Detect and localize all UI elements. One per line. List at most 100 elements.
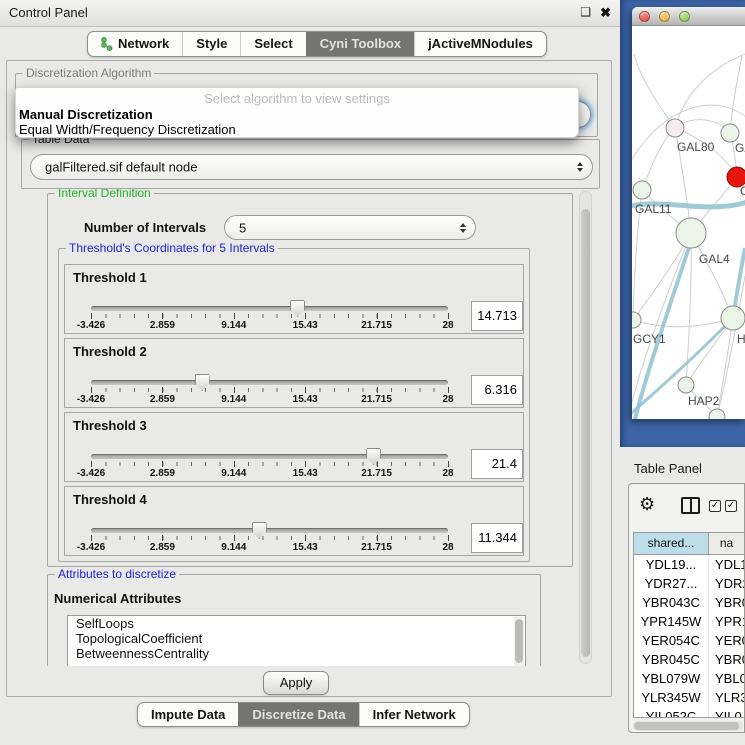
network-node-H-partial[interactable] [721, 306, 745, 330]
settings-vertical-scrollbar[interactable] [579, 191, 592, 664]
network-edge[interactable] [634, 54, 675, 128]
cell-name[interactable]: YPR1 [709, 612, 744, 631]
cell-shared-name[interactable]: YDL19... [634, 555, 709, 574]
network-edge[interactable] [675, 54, 745, 128]
popup-item-manual-discretization[interactable]: Manual Discretization [19, 107, 153, 122]
network-node-GCY1[interactable] [632, 312, 641, 328]
attributes-group: Attributes to discretize Numerical Attri… [47, 574, 541, 666]
slider-track[interactable] [91, 528, 448, 533]
slider-track[interactable] [91, 306, 448, 311]
slider-track[interactable] [91, 380, 448, 385]
close-icon[interactable]: ✖ [600, 5, 611, 21]
slider-track[interactable] [91, 454, 448, 459]
checked-checkbox-icon[interactable]: ✓ [709, 500, 721, 512]
tick-label: -3.426 [77, 394, 105, 405]
attribute-list-item[interactable]: SelfLoops [68, 616, 525, 631]
popup-item-equal-width-frequency[interactable]: Equal Width/Frequency Discretization [19, 122, 236, 137]
column-header-shared-name[interactable]: shared... [634, 533, 709, 554]
cell-name[interactable]: YLR3 [709, 688, 744, 707]
cell-name[interactable]: YER0 [709, 631, 744, 650]
cell-name[interactable]: YBL0 [709, 669, 744, 688]
network-node-GAL4[interactable] [676, 218, 706, 248]
tab-infer-network[interactable]: Infer Network [359, 703, 469, 726]
threshold-panel: Threshold 2 -3.4262.8599.14415.4321.7152… [64, 338, 524, 408]
stepper-arrows-icon [577, 162, 583, 172]
network-window-titlebar[interactable] [632, 7, 745, 26]
cell-shared-name[interactable]: YBL079W [634, 669, 709, 688]
slider-major-ticks [91, 461, 448, 467]
table-row[interactable]: YPR145WYPR1 [634, 612, 744, 631]
gear-icon[interactable]: ⚙ [639, 494, 655, 515]
threshold-value-field[interactable]: 21.4 [471, 449, 523, 479]
cell-shared-name[interactable]: YBR043C [634, 593, 709, 612]
tab-style-label: Style [196, 32, 227, 56]
cell-shared-name[interactable]: YDR27... [634, 574, 709, 593]
table-row[interactable]: YIL052CYIL0 [634, 707, 744, 718]
checked-checkbox-icon[interactable]: ✓ [725, 500, 737, 512]
tab-network[interactable]: Network [88, 32, 182, 56]
threshold-label: Threshold 3 [73, 418, 147, 433]
table-horizontal-scrollbar[interactable] [633, 721, 743, 731]
attributes-list-scrollbar[interactable] [514, 617, 524, 666]
number-of-intervals-value: 5 [239, 220, 246, 235]
apply-button[interactable]: Apply [263, 671, 329, 695]
cell-name[interactable]: YBR0 [709, 593, 744, 612]
table-row[interactable]: YBL079WYBL0 [634, 669, 744, 688]
tab-discretize-data-label: Discretize Data [252, 703, 345, 726]
table-row[interactable]: YER054CYER0 [634, 631, 744, 650]
cell-shared-name[interactable]: YLR345W [634, 688, 709, 707]
tab-cyni-toolbox[interactable]: Cyni Toolbox [306, 32, 414, 56]
tab-network-label: Network [118, 32, 169, 56]
network-canvas[interactable]: GAL80GACGAL11GAL4GCY1HHAP2 [632, 26, 745, 419]
float-window-icon[interactable]: ❑ [580, 5, 591, 19]
tick-label: -3.426 [77, 320, 105, 331]
close-traffic-light-icon[interactable] [639, 11, 650, 22]
table-data-combobox[interactable]: galFiltered.sif default node [30, 154, 593, 180]
table-panel-box: ⚙ ✓ ✓ shared... na YDL19...YDL1YDR27...Y… [628, 483, 745, 733]
cell-shared-name[interactable]: YPR145W [634, 612, 709, 631]
tab-infer-network-label: Infer Network [373, 703, 456, 726]
stepper-arrows-icon [460, 223, 466, 233]
network-node-GAL11[interactable] [633, 181, 651, 199]
table-row[interactable]: YBR043CYBR0 [634, 593, 744, 612]
cell-shared-name[interactable]: YBR045C [634, 650, 709, 669]
network-edge[interactable] [730, 56, 742, 133]
tab-select[interactable]: Select [240, 32, 305, 56]
network-node-HAP2[interactable] [678, 377, 694, 393]
cell-shared-name[interactable]: YIL052C [634, 707, 709, 718]
cell-shared-name[interactable]: YER054C [634, 631, 709, 650]
network-edge[interactable] [633, 233, 691, 320]
numerical-attributes-list[interactable]: SelfLoopsTopologicalCoefficientBetweenne… [67, 615, 526, 666]
minimize-traffic-light-icon[interactable] [659, 11, 670, 22]
attribute-list-item[interactable]: TopologicalCoefficient [68, 631, 525, 646]
settings-scroll-viewport: Interval Definition Number of Intervals … [9, 189, 587, 666]
tick-label: -3.426 [77, 542, 105, 553]
attribute-list-item[interactable]: BetweennessCentrality [68, 646, 525, 661]
column-header-name[interactable]: na [709, 533, 744, 554]
cell-name[interactable]: YIL0 [709, 707, 744, 718]
tab-impute-data[interactable]: Impute Data [138, 703, 238, 726]
threshold-value-field[interactable]: 14.713 [471, 301, 523, 331]
cell-name[interactable]: YDR2 [709, 574, 744, 593]
cell-name[interactable]: YBR0 [709, 650, 744, 669]
network-edge[interactable] [633, 318, 733, 327]
cell-name[interactable]: YDL1 [709, 555, 744, 574]
slider-tick-labels: -3.4262.8599.14415.4321.71528 [91, 542, 448, 554]
zoom-traffic-light-icon[interactable] [679, 11, 690, 22]
table-row[interactable]: YDR27...YDR2 [634, 574, 744, 593]
tab-jactivemnodules[interactable]: jActiveMNodules [414, 32, 546, 56]
network-node-GA-partial[interactable] [721, 124, 739, 142]
network-edge[interactable] [717, 276, 745, 417]
network-node-GAL80[interactable] [666, 119, 684, 137]
tab-style[interactable]: Style [182, 32, 240, 56]
threshold-value-field[interactable]: 6.316 [471, 375, 523, 405]
table-row[interactable]: YBR045CYBR0 [634, 650, 744, 669]
split-columns-icon[interactable] [681, 497, 700, 514]
slider-tick-labels: -3.4262.8599.14415.4321.71528 [91, 320, 448, 332]
table-row[interactable]: YLR345WYLR3 [634, 688, 744, 707]
tab-discretize-data[interactable]: Discretize Data [238, 703, 358, 726]
table-row[interactable]: YDL19...YDL1 [634, 555, 744, 574]
threshold-value-field[interactable]: 11.344 [471, 523, 523, 553]
network-edge[interactable] [642, 128, 675, 190]
number-of-intervals-combobox[interactable]: 5 [224, 215, 476, 240]
